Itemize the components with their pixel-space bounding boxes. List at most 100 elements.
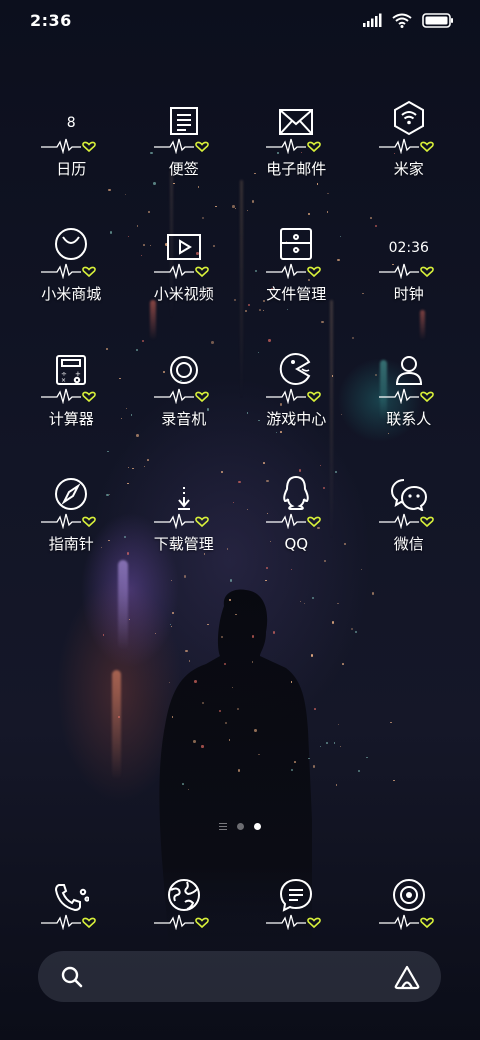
app-wechat[interactable]: 微信 [353,467,466,592]
page-dot-2[interactable] [254,823,261,830]
heartbeat-icon [378,388,434,404]
dock-app-messages[interactable] [240,868,353,930]
app-label: 米家 [393,160,424,178]
app-recorder[interactable]: 录音机 [128,342,241,467]
browser-icon[interactable] [152,868,216,912]
app-label: 时钟 [393,285,424,303]
app-mail[interactable]: 电子邮件 [240,92,353,217]
page-dot-1[interactable] [237,823,244,830]
firework-spark [299,600,301,602]
search-bar[interactable] [38,951,441,1002]
assistant-icon[interactable] [393,964,421,990]
clock-icon[interactable]: 02:36 [377,217,441,261]
file-manager-icon[interactable] [264,217,328,261]
status-time: 2:36 [30,10,72,30]
firework-spark [354,630,357,633]
app-label: 日历 [56,160,87,178]
firework-spark [228,598,232,601]
notes-icon[interactable] [152,92,216,136]
heartbeat-icon [41,388,97,404]
app-clock[interactable]: 02:36 时钟 [353,217,466,342]
search-icon[interactable] [60,965,84,989]
page-indicator[interactable] [0,823,480,830]
mail-icon[interactable] [264,92,328,136]
app-label: 计算器 [48,410,94,428]
firework-spark [393,779,395,781]
download-icon[interactable] [152,467,216,511]
mi-store-icon[interactable] [39,217,103,261]
app-calendar[interactable]: 8 日历 [15,92,128,217]
app-label: 小米商城 [41,285,102,303]
app-label: 微信 [393,535,424,553]
app-compass[interactable]: 指南针 [15,467,128,592]
messages-icon[interactable] [264,868,328,912]
app-video[interactable]: 小米视频 [128,217,241,342]
app-label: 录音机 [161,410,207,428]
dock [15,868,465,930]
firework-spark [201,745,204,748]
page-indicator-minus-one[interactable] [219,823,227,830]
wechat-icon[interactable] [377,467,441,511]
heartbeat-icon [153,388,209,404]
firework-spark [371,592,375,595]
camera-icon[interactable] [377,868,441,912]
app-download[interactable]: 下载管理 [128,467,241,592]
app-label: 下载管理 [153,535,214,553]
recorder-icon[interactable] [152,342,216,386]
firework-spark [326,741,328,744]
firework-spark [312,765,315,768]
app-notes[interactable]: 便签 [128,92,241,217]
dock-app-phone[interactable] [15,868,128,930]
app-file-manager[interactable]: 文件管理 [240,217,353,342]
heartbeat-icon [378,914,434,930]
app-label: 小米视频 [153,285,214,303]
heartbeat-icon [153,513,209,529]
heartbeat-icon [153,263,209,279]
firework-spark [182,782,184,785]
mijia-icon[interactable] [377,92,441,136]
app-calculator[interactable]: ÷ + × 计算器 [15,342,128,467]
game-center-icon[interactable] [264,342,328,386]
calculator-icon[interactable]: ÷ + × [39,342,103,386]
firework-spark [339,745,342,747]
app-qq[interactable]: QQ [240,467,353,592]
firework-spark [331,621,334,624]
qq-icon[interactable] [264,467,328,511]
status-bar: 2:36 [0,0,480,40]
firework-spark [185,650,188,653]
heartbeat-icon [41,263,97,279]
firework-spark [237,768,241,772]
app-game-center[interactable]: 游戏中心 [240,342,353,467]
svg-text:+: + [75,370,81,378]
dock-app-browser[interactable] [128,868,241,930]
heartbeat-icon [266,263,322,279]
battery-icon [422,12,453,28]
app-label: 电子邮件 [266,160,327,178]
app-label: 文件管理 [266,285,327,303]
calendar-icon[interactable]: 8 [39,92,103,136]
app-mi-store[interactable]: 小米商城 [15,217,128,342]
firework-spark [251,660,254,663]
app-label: 指南针 [48,535,94,553]
app-mijia[interactable]: 米家 [353,92,466,217]
firework-spark [251,635,254,638]
status-icons [362,12,454,28]
heartbeat-icon [378,138,434,154]
heartbeat-icon [41,138,97,154]
heartbeat-icon [378,263,434,279]
dock-app-camera[interactable] [353,868,466,930]
heartbeat-icon [41,914,97,930]
phone-icon[interactable] [39,868,103,912]
video-icon[interactable] [152,217,216,261]
heartbeat-icon [153,914,209,930]
heartbeat-icon [266,513,322,529]
firework-spark [294,761,296,763]
contacts-icon[interactable] [377,342,441,386]
compass-icon[interactable] [39,467,103,511]
app-label: 便签 [168,160,199,178]
clock-icon-text: 02:36 [388,240,429,256]
firework-spark [308,757,310,760]
firework-spark [272,631,276,634]
app-contacts[interactable]: 联系人 [353,342,466,467]
firework-spark [313,708,316,710]
